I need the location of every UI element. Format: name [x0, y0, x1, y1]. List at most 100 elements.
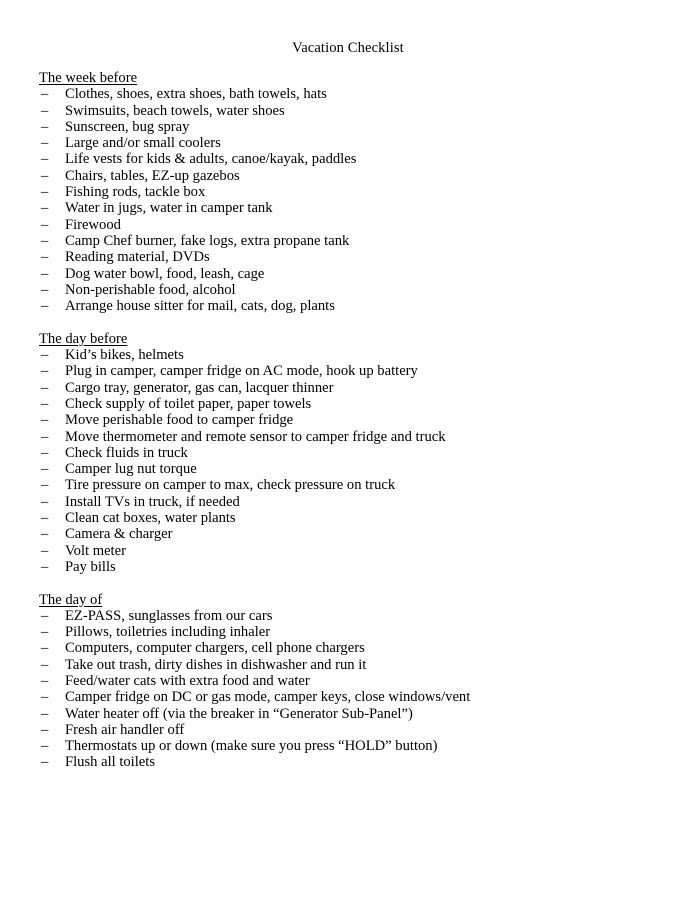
- dash-bullet-icon: –: [41, 640, 49, 657]
- list-item: – Take out trash, dirty dishes in dishwas…: [39, 657, 659, 673]
- dash-bullet-icon: –: [41, 607, 49, 624]
- dash-bullet-icon: –: [41, 151, 49, 168]
- dash-bullet-icon: –: [41, 428, 49, 445]
- dash-bullet-icon: –: [41, 216, 49, 233]
- list-item: – Dog water bowl, food, leash, cage: [39, 266, 659, 282]
- list-item: – Plug in camper, camper fridge on AC mod…: [39, 363, 659, 379]
- list-item: – Tire pressure on camper to max, check p…: [39, 477, 659, 493]
- list-item: – Camera & charger: [39, 526, 659, 542]
- list-item: – Water in jugs, water in camper tank: [39, 200, 659, 216]
- list-item: – Firewood: [39, 217, 659, 233]
- dash-bullet-icon: –: [41, 705, 49, 722]
- dash-bullet-icon: –: [41, 689, 49, 706]
- list-item-label: Reading material, DVDs: [65, 249, 210, 266]
- dash-bullet-icon: –: [41, 558, 49, 575]
- list-item-label: Camper fridge on DC or gas mode, camper …: [65, 689, 471, 706]
- section-heading: The day before: [39, 330, 128, 347]
- dash-bullet-icon: –: [41, 444, 49, 461]
- dash-bullet-icon: –: [41, 510, 49, 527]
- list-item-label: Sunscreen, bug spray: [65, 118, 190, 135]
- list-item: – Camper lug nut torque: [39, 461, 659, 477]
- dash-bullet-icon: –: [41, 298, 49, 315]
- list-item-label: Plug in camper, camper fridge on AC mode…: [65, 363, 418, 380]
- list-item: – Check fluids in truck: [39, 445, 659, 461]
- list-item-label: Flush all toilets: [65, 754, 155, 771]
- list-item-label: Tire pressure on camper to max, check pr…: [65, 477, 396, 494]
- list-item-label: Kid’s bikes, helmets: [65, 347, 184, 364]
- list-item-label: Dog water bowl, food, leash, cage: [65, 265, 265, 282]
- document-body: The week before – Clothes, shoes, extra sh…: [39, 70, 659, 771]
- list-item-label: Fishing rods, tackle box: [65, 184, 206, 201]
- dash-bullet-icon: –: [41, 363, 49, 380]
- dash-bullet-icon: –: [41, 135, 49, 152]
- dash-bullet-icon: –: [41, 249, 49, 266]
- dash-bullet-icon: –: [41, 118, 49, 135]
- list-item: – Computers, computer chargers, cell phon…: [39, 640, 659, 656]
- checklist-items: – Kid’s bikes, helmets – Plug in camper, ca…: [39, 347, 659, 575]
- dash-bullet-icon: –: [41, 721, 49, 738]
- list-item-label: Swimsuits, beach towels, water shoes: [65, 102, 285, 119]
- dash-bullet-icon: –: [41, 184, 49, 201]
- list-item: – Fresh air handler off: [39, 722, 659, 738]
- list-item: – Thermostats up or down (make sure you p…: [39, 738, 659, 754]
- dash-bullet-icon: –: [41, 86, 49, 103]
- list-item-label: Move thermometer and remote sensor to ca…: [65, 428, 446, 445]
- list-item-label: Pillows, toiletries including inhaler: [65, 624, 271, 641]
- list-item: – Life vests for kids & adults, canoe/kay…: [39, 151, 659, 167]
- list-item-label: Large and/or small coolers: [65, 135, 221, 152]
- list-item: – Sunscreen, bug spray: [39, 119, 659, 135]
- dash-bullet-icon: –: [41, 265, 49, 282]
- section-heading: The week before: [39, 70, 138, 86]
- list-item-label: Move perishable food to camper fridge: [65, 412, 294, 429]
- dash-bullet-icon: –: [41, 656, 49, 673]
- list-item-label: Clothes, shoes, extra shoes, bath towels…: [65, 86, 327, 103]
- list-item-label: Install TVs in truck, if needed: [65, 493, 240, 510]
- list-item: – EZ-PASS, sunglasses from our cars: [39, 608, 659, 624]
- list-item-label: Feed/water cats with extra food and wate…: [65, 672, 310, 689]
- list-item-label: Fresh air handler off: [65, 721, 185, 738]
- list-item: – Water heater off (via the breaker in “G…: [39, 706, 659, 722]
- dash-bullet-icon: –: [41, 167, 49, 184]
- list-item: – Pay bills: [39, 559, 659, 575]
- list-item: – Non-perishable food, alcohol: [39, 282, 659, 298]
- list-item-label: Non-perishable food, alcohol: [65, 281, 236, 298]
- checklist-section: The day of – EZ-PASS, sunglasses from our …: [39, 592, 659, 771]
- checklist-section: The week before – Clothes, shoes, extra sh…: [39, 70, 659, 314]
- dash-bullet-icon: –: [41, 738, 49, 755]
- list-item-label: Volt meter: [65, 542, 126, 559]
- list-item-label: Water heater off (via the breaker in “Ge…: [65, 705, 413, 722]
- list-item-label: Pay bills: [65, 558, 116, 575]
- list-item-label: Camera & charger: [65, 526, 173, 543]
- checklist-section: The day before – Kid’s bikes, helmets – Plug…: [39, 331, 659, 575]
- list-item-label: Chairs, tables, EZ-up gazebos: [65, 167, 240, 184]
- list-item-label: Check fluids in truck: [65, 444, 188, 461]
- dash-bullet-icon: –: [41, 281, 49, 298]
- list-item: – Large and/or small coolers: [39, 135, 659, 151]
- dash-bullet-icon: –: [41, 477, 49, 494]
- list-item-label: EZ-PASS, sunglasses from our cars: [65, 607, 273, 624]
- dash-bullet-icon: –: [41, 526, 49, 543]
- document-page: Vacation Checklist The week before – Cloth…: [0, 0, 696, 900]
- list-item: – Clean cat boxes, water plants: [39, 510, 659, 526]
- section-heading: The day of: [39, 591, 103, 608]
- list-item: – Volt meter: [39, 543, 659, 559]
- list-item: – Swimsuits, beach towels, water shoes: [39, 103, 659, 119]
- dash-bullet-icon: –: [41, 624, 49, 641]
- list-item-label: Cargo tray, generator, gas can, lacquer …: [65, 379, 334, 396]
- list-item-label: Check supply of toilet paper, paper towe…: [65, 395, 312, 412]
- dash-bullet-icon: –: [41, 754, 49, 771]
- list-item-label: Computers, computer chargers, cell phone…: [65, 640, 365, 657]
- dash-bullet-icon: –: [41, 379, 49, 396]
- list-item: – Arrange house sitter for mail, cats, do…: [39, 298, 659, 314]
- list-item-label: Take out trash, dirty dishes in dishwash…: [65, 656, 367, 673]
- list-item-label: Water in jugs, water in camper tank: [65, 200, 273, 217]
- dash-bullet-icon: –: [41, 542, 49, 559]
- list-item: – Clothes, shoes, extra shoes, bath towel…: [39, 86, 659, 102]
- list-item: – Check supply of toilet paper, paper tow…: [39, 396, 659, 412]
- list-item-label: Camp Chef burner, fake logs, extra propa…: [65, 232, 350, 249]
- page-title: Vacation Checklist: [292, 40, 404, 56]
- dash-bullet-icon: –: [41, 102, 49, 119]
- list-item-label: Arrange house sitter for mail, cats, dog…: [65, 298, 335, 315]
- list-item: – Install TVs in truck, if needed: [39, 494, 659, 510]
- list-item: – Camper fridge on DC or gas mode, camper…: [39, 689, 659, 705]
